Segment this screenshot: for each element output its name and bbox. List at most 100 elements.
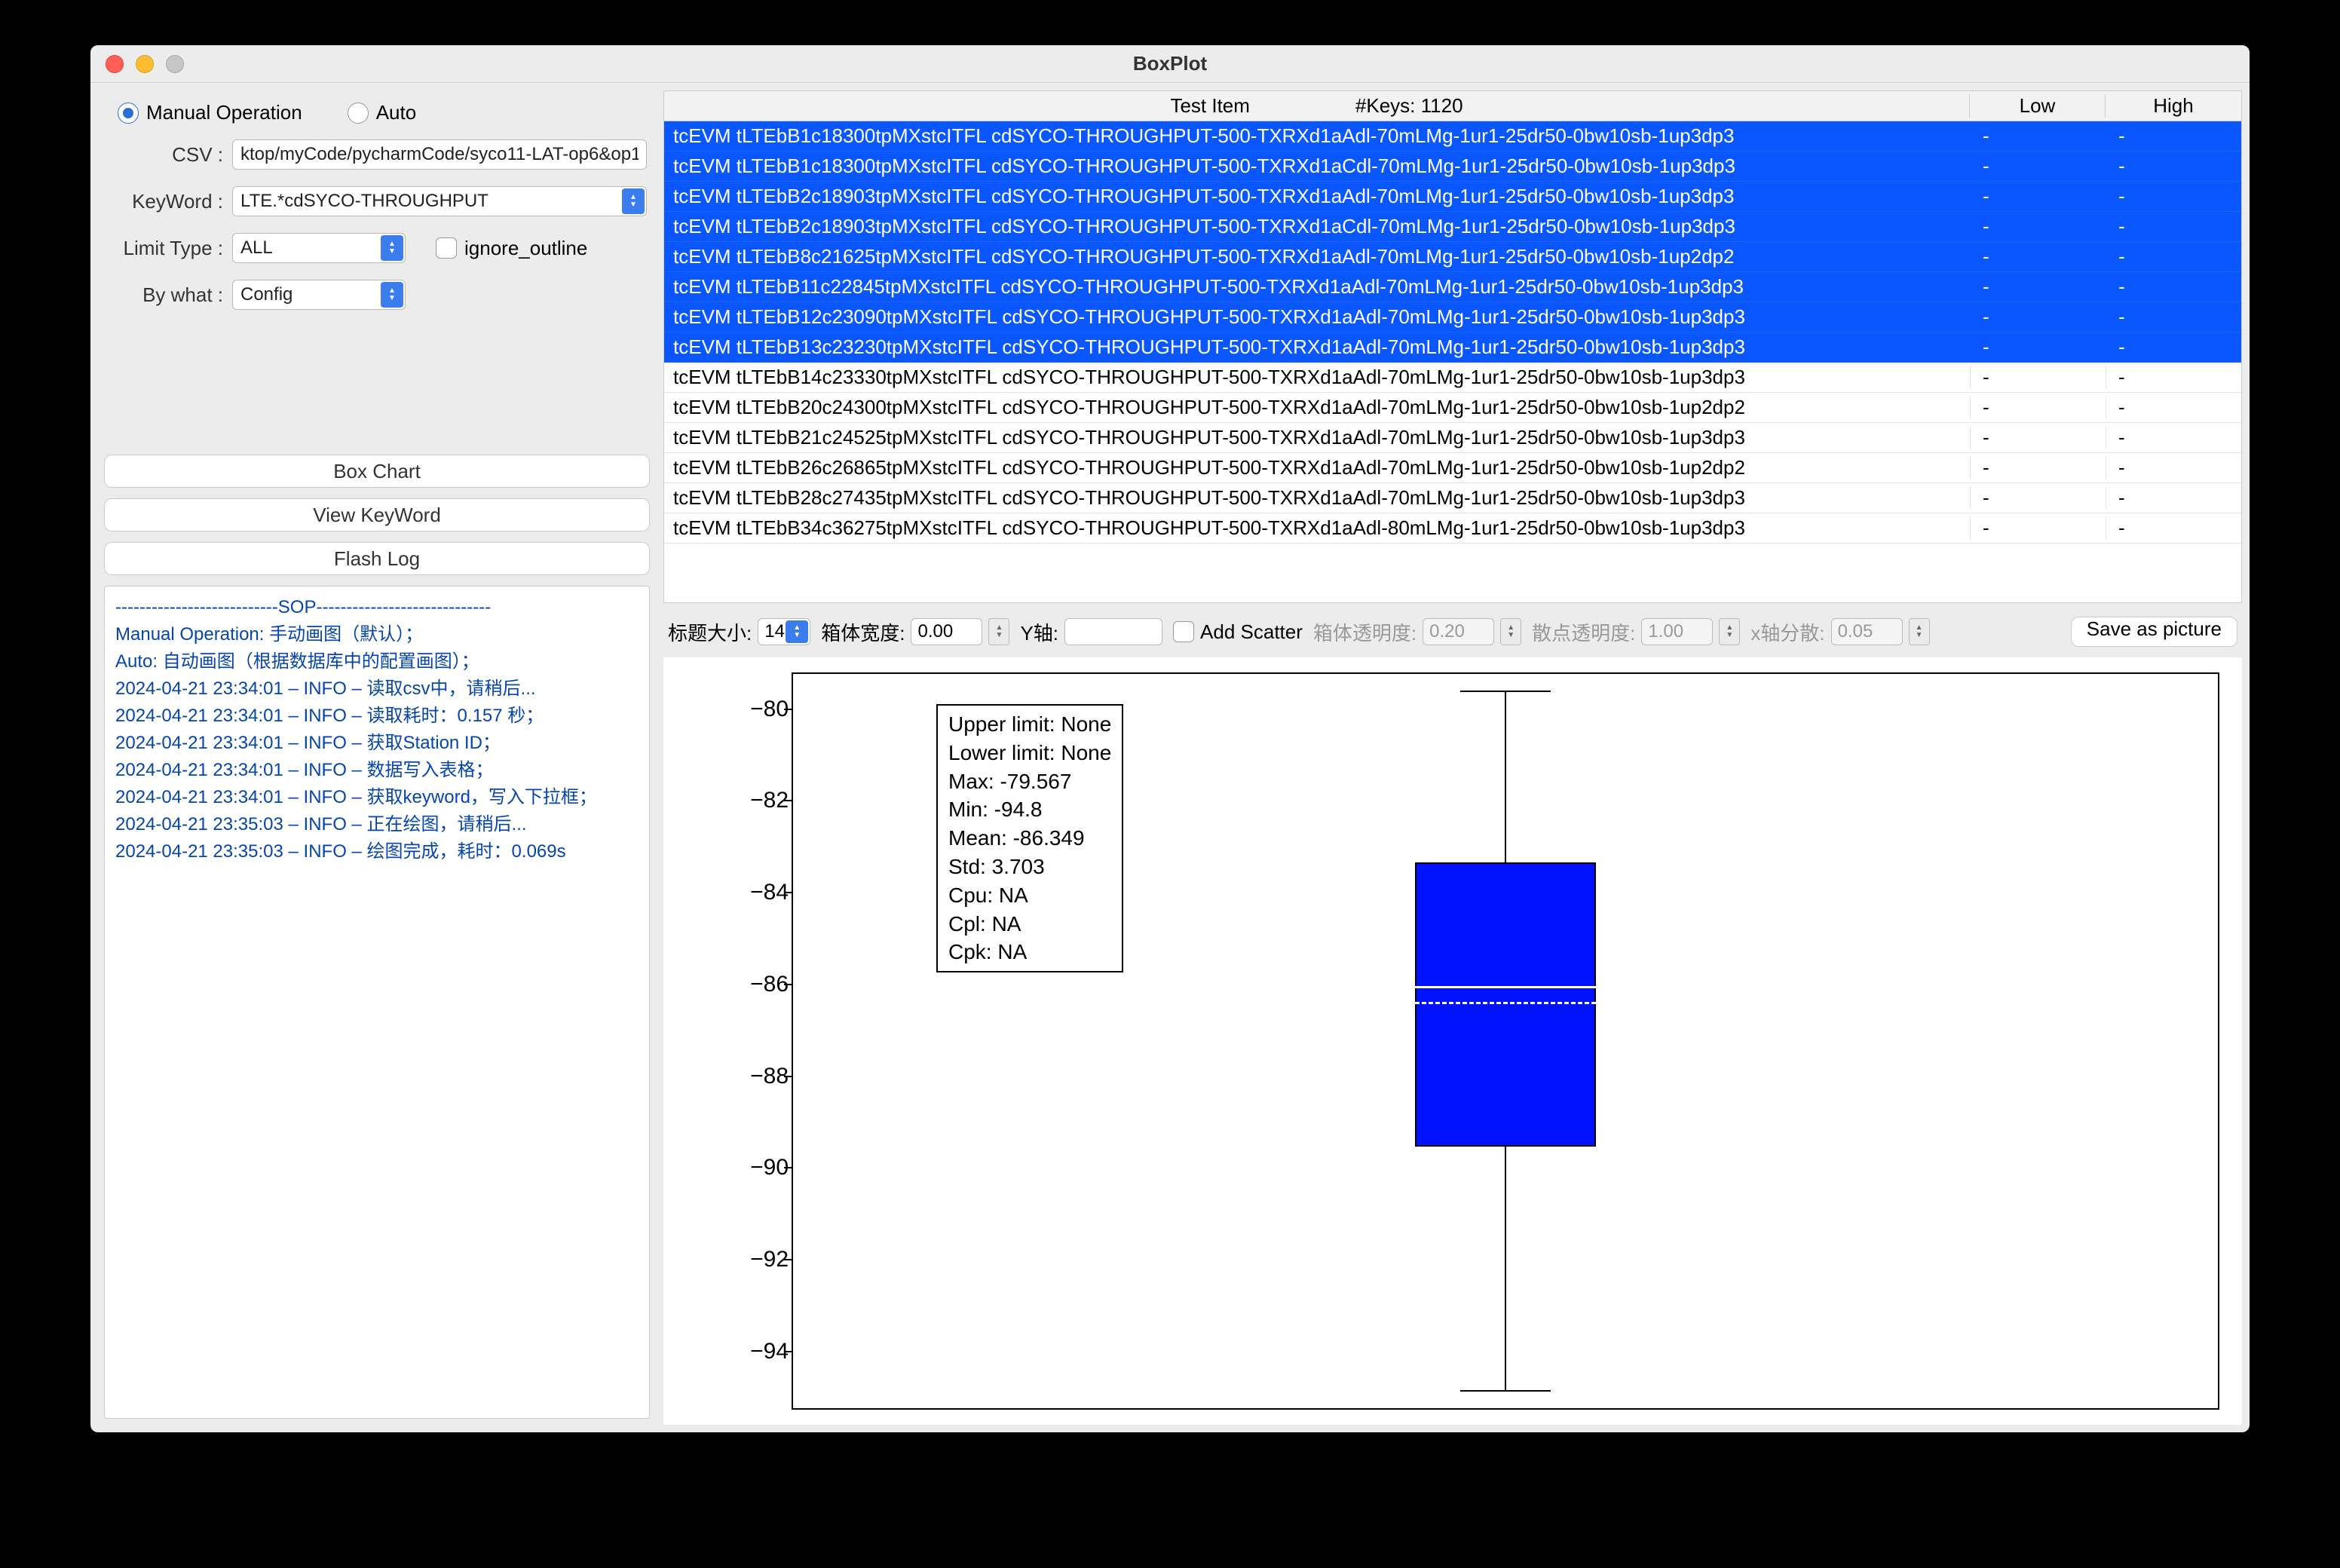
th-low[interactable]: Low (1970, 94, 2106, 118)
log-panel[interactable]: ---------------------------SOP----------… (104, 586, 650, 1419)
cell-high: - (2106, 305, 2241, 329)
limit-label: Limit Type : (104, 237, 232, 260)
y-tick-mark (784, 709, 792, 710)
cell-high: - (2106, 185, 2241, 208)
radio-manual-label: Manual Operation (146, 101, 302, 124)
flash-log-button[interactable]: Flash Log (104, 542, 650, 575)
cell-low: - (1970, 426, 2106, 449)
cell-low: - (1970, 245, 2106, 268)
add-scatter-checkbox[interactable]: Add Scatter (1173, 620, 1303, 644)
limit-select[interactable] (232, 233, 406, 263)
keyword-label: KeyWord : (104, 190, 232, 213)
radio-manual[interactable]: Manual Operation (118, 101, 302, 124)
stats-info-box: Upper limit: NoneLower limit: NoneMax: -… (936, 704, 1123, 972)
y-tick-label: −88 (731, 1064, 789, 1089)
table-row[interactable]: tcEVM tLTEbB8c21625tpMXstcITFL cdSYCO-TH… (664, 242, 2241, 272)
header-test-item: Test Item (1170, 94, 1249, 118)
ignore-outline-label: ignore_outline (464, 237, 587, 260)
row-csv: CSV : (104, 139, 650, 170)
minimize-icon[interactable] (136, 55, 154, 73)
table-row[interactable]: tcEVM tLTEbB26c26865tpMXstcITFL cdSYCO-T… (664, 453, 2241, 483)
checkbox-icon (1173, 621, 1194, 642)
scatter-alpha-input (1641, 618, 1713, 645)
close-icon[interactable] (106, 55, 124, 73)
table-row[interactable]: tcEVM tLTEbB1c18300tpMXstcITFL cdSYCO-TH… (664, 152, 2241, 182)
cell-high: - (2106, 155, 2241, 178)
bywhat-select[interactable] (232, 280, 406, 310)
table-row[interactable]: tcEVM tLTEbB28c27435tpMXstcITFL cdSYCO-T… (664, 483, 2241, 513)
ignore-outline-checkbox[interactable]: ignore_outline (436, 237, 587, 260)
log-line: 2024-04-21 23:34:01 – INFO – 读取耗时：0.157 … (115, 703, 639, 730)
table-row[interactable]: tcEVM tLTEbB2c18903tpMXstcITFL cdSYCO-TH… (664, 212, 2241, 242)
checkbox-icon (436, 237, 457, 259)
cell-item: tcEVM tLTEbB14c23330tpMXstcITFL cdSYCO-T… (664, 366, 1970, 389)
titlebar: BoxPlot (90, 45, 2250, 83)
box-width-input[interactable] (911, 618, 982, 645)
radio-icon (118, 103, 139, 124)
scatter-alpha-control: 散点透明度: (1532, 618, 1740, 646)
y-tick-mark (784, 1259, 792, 1260)
view-keyword-button[interactable]: View KeyWord (104, 498, 650, 531)
spinner-icon[interactable] (988, 618, 1009, 645)
info-line: Cpk: NA (948, 938, 1111, 966)
box-alpha-label: 箱体透明度: (1313, 618, 1417, 646)
maximize-icon[interactable] (166, 55, 184, 73)
spinner-icon (1500, 618, 1521, 645)
table-row[interactable]: tcEVM tLTEbB12c23090tpMXstcITFL cdSYCO-T… (664, 302, 2241, 332)
table-row[interactable]: tcEVM tLTEbB20c24300tpMXstcITFL cdSYCO-T… (664, 393, 2241, 423)
radio-auto[interactable]: Auto (348, 101, 417, 124)
log-line: 2024-04-21 23:34:01 – INFO – 读取csv中，请稍后.… (115, 675, 639, 703)
y-axis-ticks (731, 672, 789, 1410)
th-test-item[interactable]: Test Item #Keys: 1120 (664, 94, 1970, 118)
cell-item: tcEVM tLTEbB2c18903tpMXstcITFL cdSYCO-TH… (664, 185, 1970, 208)
keyword-value[interactable] (232, 186, 647, 216)
bywhat-value[interactable] (232, 280, 406, 310)
cell-low: - (1970, 396, 2106, 419)
mode-row: Manual Operation Auto (104, 96, 650, 139)
box-chart-button[interactable]: Box Chart (104, 455, 650, 488)
title-size-select[interactable] (758, 618, 810, 645)
table-row[interactable]: tcEVM tLTEbB11c22845tpMXstcITFL cdSYCO-T… (664, 272, 2241, 302)
radio-auto-label: Auto (376, 101, 417, 124)
chevron-updown-icon (786, 620, 808, 643)
whisker-line (1505, 1147, 1506, 1390)
row-limit: Limit Type : ignore_outline (104, 233, 650, 263)
table-row[interactable]: tcEVM tLTEbB2c18903tpMXstcITFL cdSYCO-TH… (664, 182, 2241, 212)
table-row[interactable]: tcEVM tLTEbB21c24525tpMXstcITFL cdSYCO-T… (664, 423, 2241, 453)
y-tick-label: −80 (731, 697, 789, 722)
log-line: Auto: 自动画图（根据数据库中的配置画图）； (115, 648, 639, 675)
title-size-label: 标题大小: (668, 618, 752, 646)
table-row[interactable]: tcEVM tLTEbB1c18300tpMXstcITFL cdSYCO-TH… (664, 121, 2241, 152)
info-line: Cpl: NA (948, 910, 1111, 939)
table-row[interactable]: tcEVM tLTEbB34c36275tpMXstcITFL cdSYCO-T… (664, 513, 2241, 544)
cell-low: - (1970, 124, 2106, 148)
y-tick-mark (784, 984, 792, 985)
cell-low: - (1970, 305, 2106, 329)
cell-item: tcEVM tLTEbB12c23090tpMXstcITFL cdSYCO-T… (664, 305, 1970, 329)
yaxis-input[interactable] (1064, 618, 1162, 645)
x-jitter-label: x轴分散: (1750, 618, 1824, 646)
cell-item: tcEVM tLTEbB2c18903tpMXstcITFL cdSYCO-TH… (664, 215, 1970, 238)
th-high[interactable]: High (2106, 94, 2241, 118)
y-tick-label: −84 (731, 880, 789, 905)
save-picture-button[interactable]: Save as picture (2071, 617, 2237, 647)
csv-label: CSV : (104, 143, 232, 167)
cell-high: - (2106, 215, 2241, 238)
cell-item: tcEVM tLTEbB34c36275tpMXstcITFL cdSYCO-T… (664, 516, 1970, 540)
cell-low: - (1970, 215, 2106, 238)
window-title: BoxPlot (1133, 52, 1207, 75)
keyword-select[interactable] (232, 186, 647, 216)
cell-low: - (1970, 335, 2106, 359)
y-tick-mark (784, 1351, 792, 1352)
table-body[interactable]: tcEVM tLTEbB1c18300tpMXstcITFL cdSYCO-TH… (664, 121, 2241, 602)
plot-frame: Upper limit: NoneLower limit: NoneMax: -… (792, 672, 2219, 1410)
mean-line (1415, 1002, 1596, 1004)
bywhat-label: By what : (104, 283, 232, 307)
limit-value[interactable] (232, 233, 406, 263)
csv-input[interactable] (232, 139, 647, 170)
info-line: Std: 3.703 (948, 853, 1111, 881)
chevron-updown-icon (381, 235, 403, 261)
table-row[interactable]: tcEVM tLTEbB14c23330tpMXstcITFL cdSYCO-T… (664, 363, 2241, 393)
table-row[interactable]: tcEVM tLTEbB13c23230tpMXstcITFL cdSYCO-T… (664, 332, 2241, 363)
cell-low: - (1970, 275, 2106, 299)
